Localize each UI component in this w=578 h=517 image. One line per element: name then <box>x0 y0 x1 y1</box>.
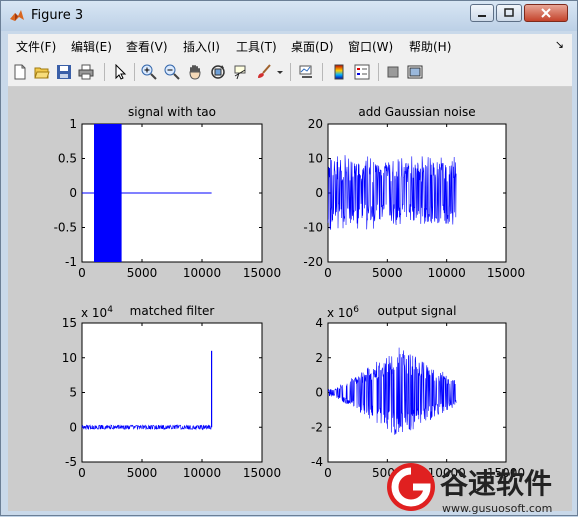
menu-tools[interactable]: 工具(T) <box>236 38 277 55</box>
x-tick-label: 15000 <box>243 466 281 480</box>
y-tick-label: 1 <box>69 117 77 131</box>
y-tick-label: 4 <box>315 316 323 330</box>
colorbar-icon[interactable] <box>331 64 347 80</box>
x-tick-label: 0 <box>324 266 332 280</box>
toolbar-separator <box>134 63 135 81</box>
y-tick-label: 5 <box>69 386 77 400</box>
close-icon <box>541 8 551 18</box>
hide-plot-tools-icon[interactable] <box>385 64 401 80</box>
menu-insert[interactable]: 插入(I) <box>183 38 220 55</box>
watermark-url: www.gusuosoft.com <box>442 502 552 515</box>
figure-canvas: signal with tao 0 5000 10000 15000 1 0.5 0 -0.5-… <box>8 87 572 511</box>
maximize-icon <box>504 8 514 17</box>
show-plot-tools-icon[interactable] <box>407 64 423 80</box>
axes-title: signal with tao <box>128 105 216 119</box>
axes-box <box>327 322 507 463</box>
y-tick-label: 15 <box>62 316 77 330</box>
menu-bar: 文件(F) 编辑(E) 查看(V) 插入(I) 工具(T) 桌面(D) 窗口(W… <box>8 34 572 58</box>
watermark-logo: 谷速软件 www.gusuosoft.com <box>387 463 552 515</box>
legend-icon[interactable] <box>354 64 370 80</box>
link-plot-icon[interactable] <box>298 64 314 80</box>
open-file-icon[interactable] <box>34 64 50 80</box>
maximize-button[interactable] <box>496 4 522 22</box>
y-tick-label: -10 <box>303 221 323 235</box>
axes-title: output signal <box>378 304 457 318</box>
pan-hand-icon[interactable] <box>187 64 203 80</box>
toolbar-separator <box>290 63 291 81</box>
y-tick-label: 2 <box>315 351 323 365</box>
x-tick-label: 15000 <box>487 266 525 280</box>
axes-title: matched filter <box>130 304 215 318</box>
y-exponent-label: x 106 <box>327 305 359 320</box>
toolbar-separator <box>322 63 323 81</box>
menu-help[interactable]: 帮助(H) <box>409 38 451 55</box>
matlab-icon <box>10 10 24 21</box>
pointer-icon[interactable] <box>112 64 128 80</box>
y-tick-label: 0 <box>315 186 323 200</box>
close-button[interactable] <box>524 4 568 22</box>
x-tick-label: 15000 <box>243 266 281 280</box>
print-icon[interactable] <box>78 64 94 80</box>
y-exponent-label: x 104 <box>81 305 113 320</box>
figure-toolbar <box>8 58 572 87</box>
x-tick-label: 10000 <box>183 266 221 280</box>
y-tick-label: 0 <box>315 386 323 400</box>
watermark-brand: 谷速软件 <box>440 467 552 500</box>
menu-overflow-icon[interactable]: ↘ <box>555 38 564 51</box>
minimize-button[interactable] <box>470 4 494 22</box>
brush-icon[interactable] <box>256 64 272 80</box>
menu-file[interactable]: 文件(F) <box>16 38 56 55</box>
zoom-in-icon[interactable] <box>141 64 157 80</box>
y-tick-label: -5 <box>65 455 77 469</box>
y-tick-label: 0 <box>69 186 77 200</box>
y-tick-label: -2 <box>311 420 323 434</box>
new-figure-icon[interactable] <box>12 64 28 80</box>
rotate-3d-icon[interactable] <box>210 64 226 80</box>
y-tick-label: 10 <box>62 351 77 365</box>
x-tick-label: 0 <box>78 266 86 280</box>
y-tick-label: -1 <box>65 255 77 269</box>
brush-dropdown-icon[interactable] <box>276 64 284 80</box>
y-tick-label: -4 <box>311 455 323 469</box>
y-tick-label: -0.5 <box>54 221 77 235</box>
x-tick-label: 10000 <box>428 266 466 280</box>
menu-window[interactable]: 窗口(W) <box>348 38 393 55</box>
y-tick-label: -20 <box>303 255 323 269</box>
x-tick-label: 5000 <box>372 266 403 280</box>
toolbar-separator <box>104 63 105 81</box>
axes-title: add Gaussian noise <box>358 105 475 119</box>
data-cursor-icon[interactable] <box>233 64 249 80</box>
x-tick-label: 0 <box>78 466 86 480</box>
zoom-out-icon[interactable] <box>164 64 180 80</box>
title-bar[interactable]: Figure 3 <box>1 1 577 31</box>
menu-desktop[interactable]: 桌面(D) <box>291 38 334 55</box>
x-tick-label: 0 <box>324 466 332 480</box>
toolbar-separator <box>378 63 379 81</box>
y-tick-label: 20 <box>308 117 323 131</box>
figure-window: Figure 3 文件(F) 编辑(E) 查看(V) 插入(I) 工具(T) 桌… <box>0 0 578 516</box>
y-tick-label: 10 <box>308 152 323 166</box>
save-icon[interactable] <box>56 64 72 80</box>
window-title: Figure 3 <box>31 8 84 23</box>
x-tick-label: 10000 <box>183 466 221 480</box>
axes-box <box>81 322 263 463</box>
menu-view[interactable]: 查看(V) <box>126 38 168 55</box>
x-tick-label: 5000 <box>127 466 158 480</box>
y-tick-label: 0 <box>69 420 77 434</box>
x-tick-label: 5000 <box>127 266 158 280</box>
menu-edit[interactable]: 编辑(E) <box>71 38 112 55</box>
y-tick-label: 0.5 <box>58 152 77 166</box>
minimize-icon <box>478 15 486 17</box>
plots-svg: signal with tao0 5000 10000 1500010.50-0.5-… <box>54 105 526 480</box>
